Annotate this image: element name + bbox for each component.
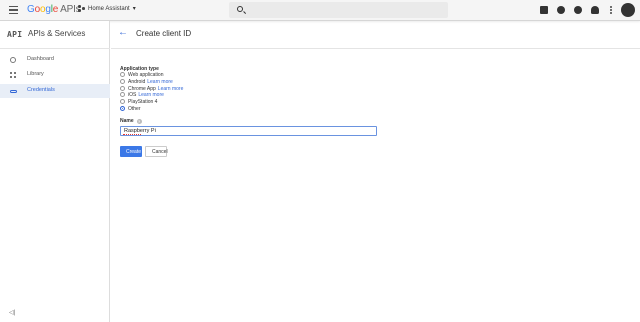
page-title: Create client ID — [136, 29, 192, 38]
name-label: Name ? — [120, 118, 142, 124]
project-icon — [78, 5, 85, 12]
top-app-bar: Google APIs Home Assistant ▾ — [0, 0, 640, 21]
radio-button[interactable] — [120, 72, 125, 77]
sidebar-item-dashboard[interactable]: Dashboard — [0, 53, 110, 67]
page-header: ← Create client ID — [111, 21, 640, 49]
radio-button[interactable] — [120, 79, 125, 84]
menu-icon[interactable] — [9, 6, 18, 14]
radio-button[interactable] — [120, 92, 125, 97]
search-bar[interactable] — [229, 2, 448, 18]
dashboard-icon — [10, 57, 16, 63]
learn-more-link[interactable]: Learn more — [147, 79, 173, 85]
notifications-icon[interactable] — [557, 6, 565, 14]
option-web-application[interactable]: Web application — [120, 71, 164, 78]
name-field[interactable] — [120, 126, 377, 136]
create-button[interactable]: Create — [120, 146, 142, 157]
option-label: Android — [128, 78, 146, 85]
google-apis-logo[interactable]: Google APIs — [27, 4, 81, 15]
key-icon — [10, 89, 17, 93]
library-icon — [10, 72, 16, 78]
option-other[interactable]: Other — [120, 105, 141, 112]
help-icon[interactable]: ? — [136, 118, 142, 124]
collapse-sidebar-icon[interactable]: ◁| — [9, 309, 15, 316]
sidebar-header: API APIs & Services — [0, 21, 110, 49]
chevron-down-icon: ▾ — [132, 6, 136, 12]
sidebar-title: APIs & Services — [28, 29, 86, 38]
name-label-text: Name — [120, 118, 134, 124]
sidebar-item-label: Dashboard — [27, 56, 54, 62]
cancel-button[interactable]: Cancel — [145, 146, 168, 157]
help-icon[interactable] — [574, 6, 582, 14]
gift-icon[interactable] — [540, 6, 548, 14]
sidebar-item-label: Credentials — [27, 87, 55, 93]
api-badge-icon: API — [7, 30, 23, 39]
option-label: PlayStation 4 — [128, 98, 158, 105]
back-arrow-icon[interactable]: ← — [118, 28, 128, 38]
alerts-icon[interactable] — [591, 6, 599, 14]
option-ios[interactable]: iOS Learn more — [120, 91, 164, 98]
project-name: Home Assistant — [88, 5, 130, 12]
sidebar-item-label: Library — [27, 71, 44, 77]
search-icon[interactable] — [237, 6, 243, 12]
radio-button[interactable] — [120, 99, 125, 104]
option-label: Other — [128, 105, 141, 112]
option-label: Web application — [128, 71, 164, 78]
option-android[interactable]: Android Learn more — [120, 78, 173, 85]
more-icon[interactable] — [610, 6, 613, 15]
sidebar: API APIs & Services Dashboard Library Cr… — [0, 21, 110, 322]
spellcheck-underline — [123, 134, 141, 135]
project-selector[interactable]: Home Assistant ▾ — [78, 5, 136, 12]
radio-button-selected[interactable] — [120, 106, 125, 111]
logo-letter: G — [27, 4, 35, 15]
option-label: iOS — [128, 91, 137, 98]
search-input[interactable] — [249, 2, 444, 18]
account-avatar[interactable] — [621, 3, 635, 17]
option-playstation-4[interactable]: PlayStation 4 — [120, 98, 157, 105]
sidebar-item-library[interactable]: Library — [0, 68, 110, 82]
sidebar-item-credentials[interactable]: Credentials — [0, 84, 110, 98]
logo-letter: e — [52, 4, 59, 15]
learn-more-link[interactable]: Learn more — [138, 92, 164, 98]
